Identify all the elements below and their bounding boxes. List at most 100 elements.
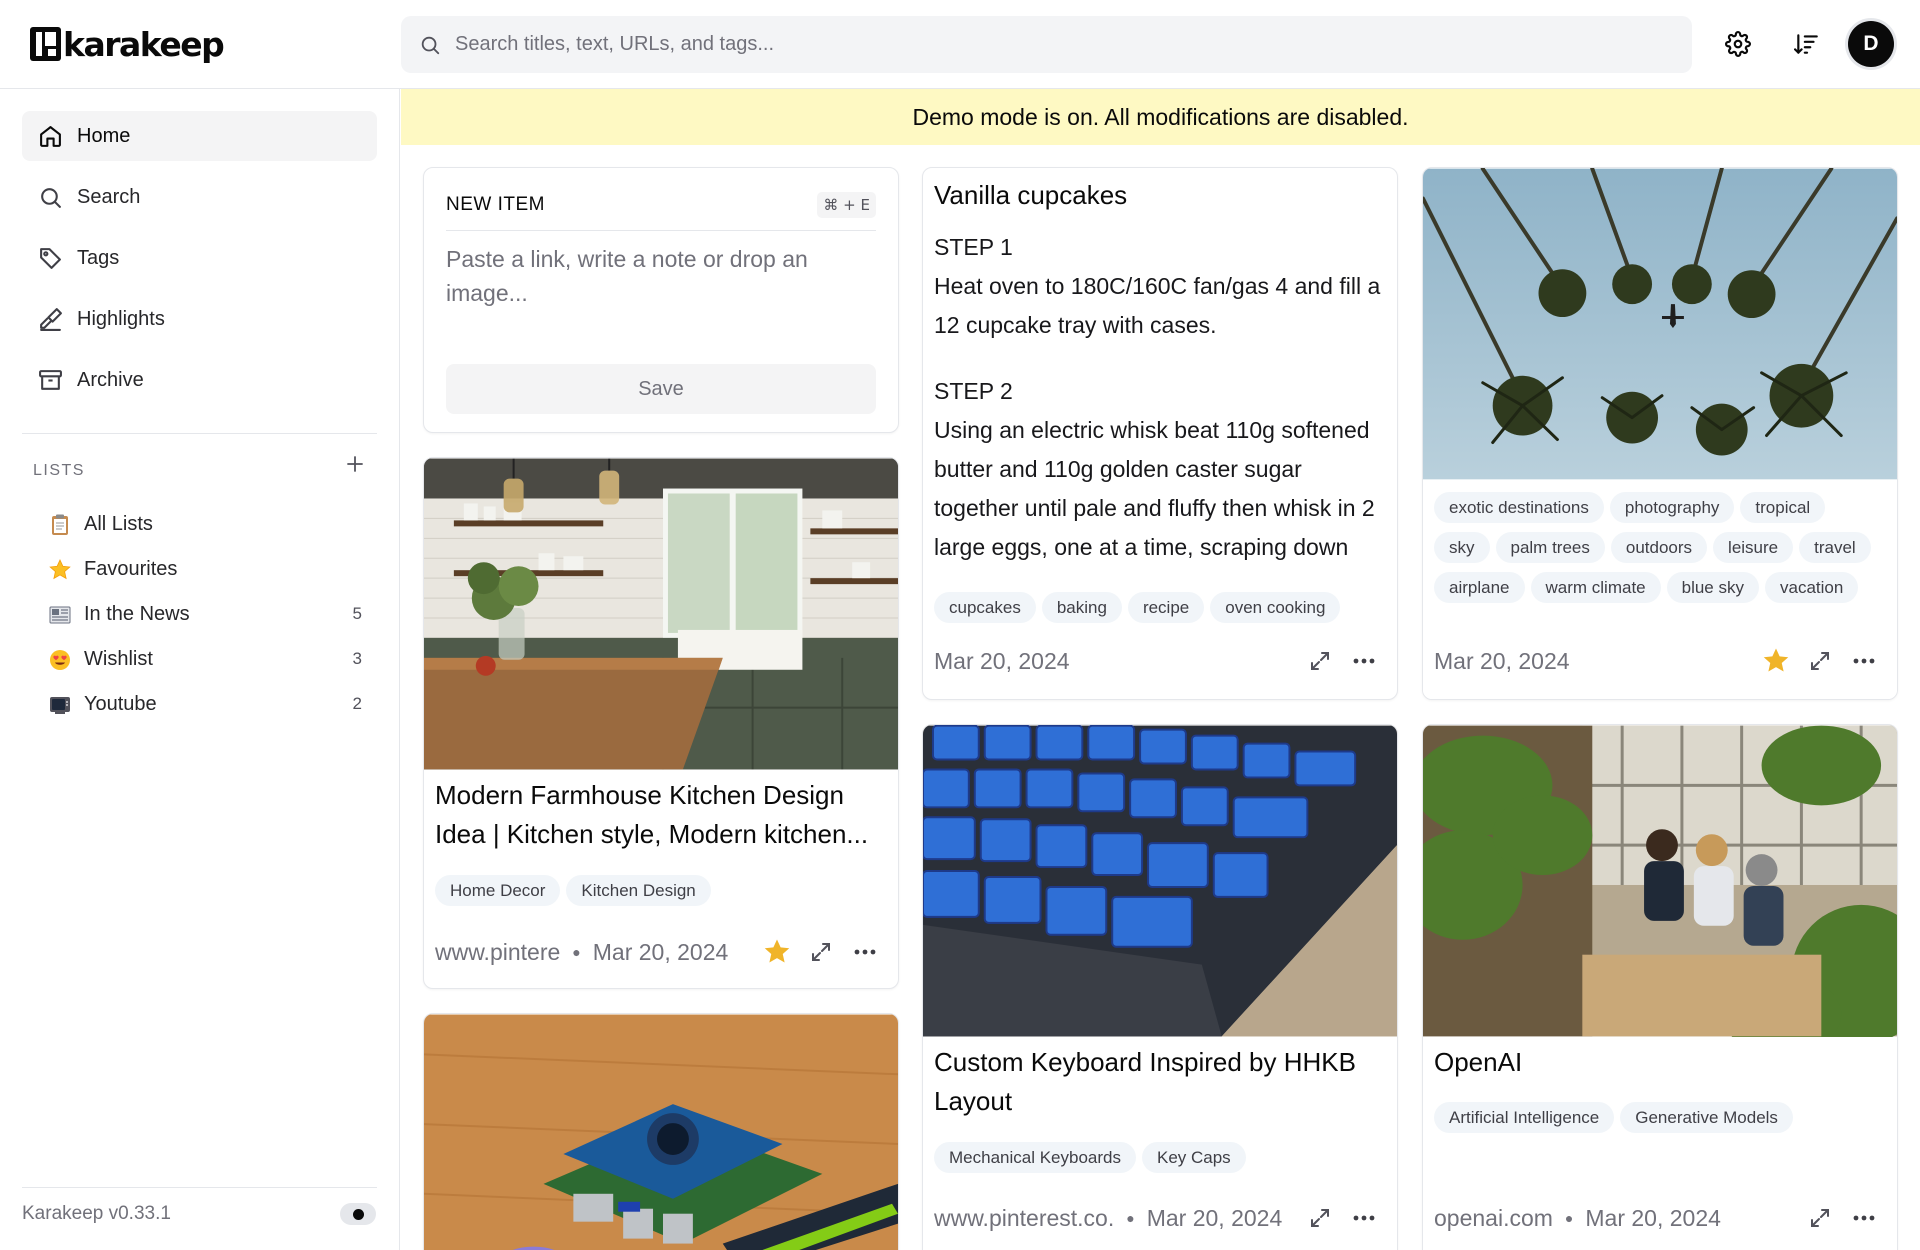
expand-button[interactable] bbox=[799, 932, 843, 972]
tag-chip[interactable]: tropical bbox=[1740, 492, 1826, 523]
sidebar-item-home[interactable]: Home bbox=[22, 111, 377, 161]
tag-chip[interactable]: Generative Models bbox=[1620, 1102, 1793, 1133]
gear-icon bbox=[1725, 31, 1751, 57]
expand-button[interactable] bbox=[1798, 641, 1842, 681]
sidebar-item-tags[interactable]: Tags bbox=[22, 233, 377, 283]
bookmark-card-raspberry-pi[interactable] bbox=[423, 1013, 899, 1250]
new-item-card: NEW ITEM ⌘ + E Save bbox=[423, 167, 899, 433]
separator-dot: ● bbox=[572, 944, 581, 960]
add-list-button[interactable] bbox=[342, 451, 368, 477]
tag-list: Home Decor Kitchen Design bbox=[435, 875, 888, 915]
card-footer: www.pintere ● Mar 20, 2024 bbox=[435, 932, 887, 972]
list-count: 3 bbox=[352, 649, 362, 668]
bookmark-date: Mar 20, 2024 bbox=[1146, 1204, 1283, 1231]
expand-button[interactable] bbox=[1798, 1198, 1842, 1238]
list-label: All Lists bbox=[84, 512, 153, 535]
bookmark-date: Mar 20, 2024 bbox=[934, 647, 1070, 674]
more-options-button[interactable] bbox=[1342, 1198, 1386, 1238]
tag-chip[interactable]: Key Caps bbox=[1141, 1142, 1246, 1173]
search-icon bbox=[41, 187, 61, 208]
tag-chip[interactable]: baking bbox=[1041, 592, 1122, 623]
sidebar-item-search[interactable]: Search bbox=[22, 172, 377, 222]
tag-chip[interactable]: vacation bbox=[1765, 572, 1859, 603]
bookmark-card-openai[interactable]: OpenAI Artificial Intelligence Generative… bbox=[1422, 724, 1898, 1250]
expand-button[interactable] bbox=[1298, 1198, 1342, 1238]
more-options-button[interactable] bbox=[1842, 641, 1886, 681]
sidebar-item-label: Archive bbox=[77, 368, 144, 391]
note-step2-heading: STEP 2 bbox=[934, 378, 1013, 404]
card-footer: openai.com ● Mar 20, 2024 bbox=[1434, 1198, 1886, 1238]
sort-icon bbox=[1794, 34, 1818, 54]
search-icon bbox=[421, 36, 440, 54]
bookmark-title[interactable]: Modern Farmhouse Kitchen Design Idea | K… bbox=[435, 776, 886, 854]
tag-chip[interactable]: warm climate bbox=[1530, 572, 1661, 603]
favourite-button[interactable] bbox=[1754, 641, 1798, 681]
new-item-divider bbox=[446, 230, 876, 231]
bookmark-title[interactable]: OpenAI bbox=[1434, 1043, 1885, 1082]
list-item-favourites[interactable]: Favourites bbox=[48, 551, 368, 587]
user-avatar[interactable]: D bbox=[1848, 21, 1894, 67]
search-input[interactable] bbox=[455, 33, 1655, 56]
list-item-all-lists[interactable]: All Lists bbox=[48, 506, 368, 542]
tag-chip[interactable]: airplane bbox=[1434, 572, 1525, 603]
tag-chip[interactable]: outdoors bbox=[1610, 532, 1708, 563]
bookmark-source[interactable]: www.pintere bbox=[435, 939, 560, 966]
lists-heading: LISTS bbox=[33, 462, 85, 479]
expand-icon bbox=[1311, 1209, 1329, 1227]
bookmark-title[interactable]: Custom Keyboard Inspired by HHKB Layout bbox=[934, 1043, 1385, 1121]
highlighter-icon bbox=[40, 307, 62, 331]
sidebar: Home Search Tags Highlights Archive LIST… bbox=[0, 89, 400, 1250]
tag-chip[interactable]: palm trees bbox=[1495, 532, 1605, 563]
note-step1-heading: STEP 1 bbox=[934, 234, 1013, 260]
version-label: Karakeep v0.33.1 bbox=[22, 1203, 171, 1224]
office-people-photo bbox=[1423, 725, 1897, 1037]
more-options-button[interactable] bbox=[843, 932, 887, 972]
tag-chip[interactable]: Home Decor bbox=[435, 875, 561, 906]
settings-button[interactable] bbox=[1722, 28, 1754, 60]
list-item-youtube[interactable]: Youtube 2 bbox=[48, 686, 368, 722]
note-step1-text: Heat oven to 180C/160C fan/gas 4 and fil… bbox=[934, 273, 1381, 338]
list-label: Wishlist bbox=[84, 647, 153, 670]
star-icon bbox=[48, 556, 76, 582]
tag-chip[interactable]: travel bbox=[1799, 532, 1871, 563]
favourite-button[interactable] bbox=[755, 932, 799, 972]
bookmark-date: Mar 20, 2024 bbox=[592, 938, 729, 965]
sidebar-item-highlights[interactable]: Highlights bbox=[22, 294, 377, 344]
new-item-input[interactable] bbox=[446, 242, 876, 322]
search-bar[interactable] bbox=[401, 16, 1692, 73]
tag-chip[interactable]: Kitchen Design bbox=[566, 875, 711, 906]
tag-chip[interactable]: photography bbox=[1609, 492, 1735, 523]
note-title[interactable]: Vanilla cupcakes bbox=[934, 180, 1127, 211]
more-horizontal-icon bbox=[1853, 658, 1875, 664]
list-item-wishlist[interactable]: Wishlist 3 bbox=[48, 641, 368, 677]
archive-icon bbox=[39, 369, 62, 390]
sort-button[interactable] bbox=[1791, 28, 1823, 60]
bookmark-card-kitchen[interactable]: Modern Farmhouse Kitchen Design Idea | K… bbox=[423, 457, 899, 989]
tag-chip[interactable]: leisure bbox=[1713, 532, 1794, 563]
note-card-vanilla-cupcakes[interactable]: Vanilla cupcakes STEP 1 Heat oven to 180… bbox=[922, 167, 1398, 700]
bookmark-source[interactable]: www.pinterest.co. bbox=[934, 1205, 1114, 1232]
more-options-button[interactable] bbox=[1842, 1198, 1886, 1238]
list-item-in-the-news[interactable]: In the News 5 bbox=[48, 596, 368, 632]
more-horizontal-icon bbox=[1353, 658, 1375, 664]
tag-chip[interactable]: oven cooking bbox=[1210, 592, 1341, 623]
list-count: 2 bbox=[352, 694, 362, 713]
tag-chip[interactable]: sky bbox=[1434, 532, 1490, 563]
tag-chip[interactable]: Mechanical Keyboards bbox=[934, 1142, 1136, 1173]
tag-chip[interactable]: Artificial Intelligence bbox=[1434, 1102, 1615, 1133]
tag-chip[interactable]: cupcakes bbox=[934, 592, 1036, 623]
tag-chip[interactable]: blue sky bbox=[1666, 572, 1759, 603]
save-button[interactable]: Save bbox=[446, 364, 876, 414]
bookmark-card-keyboard[interactable]: Custom Keyboard Inspired by HHKB Layout … bbox=[922, 724, 1398, 1250]
app-logo[interactable]: karakeep bbox=[30, 24, 225, 64]
theme-toggle[interactable] bbox=[340, 1203, 376, 1225]
bookmark-source[interactable]: openai.com bbox=[1434, 1205, 1553, 1232]
sidebar-item-archive[interactable]: Archive bbox=[22, 355, 377, 405]
more-options-button[interactable] bbox=[1342, 641, 1386, 681]
more-horizontal-icon bbox=[1353, 1215, 1375, 1221]
tag-chip[interactable]: exotic destinations bbox=[1434, 492, 1604, 523]
theme-toggle-knob bbox=[353, 1209, 364, 1220]
bookmark-card-palm-trees[interactable]: exotic destinations photography tropical sk… bbox=[1422, 167, 1898, 700]
tag-chip[interactable]: recipe bbox=[1127, 592, 1205, 623]
expand-button[interactable] bbox=[1298, 641, 1342, 681]
